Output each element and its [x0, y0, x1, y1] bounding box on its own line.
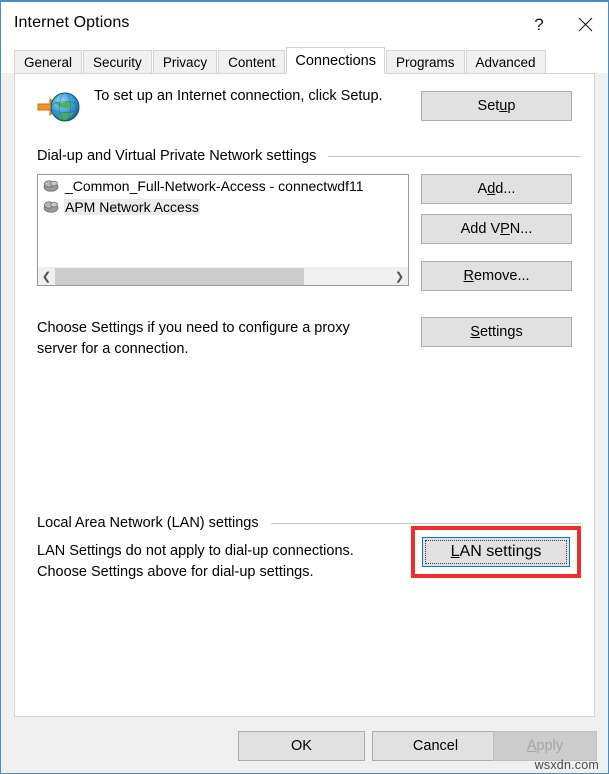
list-item[interactable]: _Common_Full-Network-Access - connectwdf… — [38, 175, 408, 196]
setup-button-label-before: Set — [477, 98, 500, 114]
tab-strip: General Security Privacy Content Connect… — [1, 47, 608, 74]
group-divider — [270, 522, 581, 524]
cancel-button[interactable]: Cancel — [372, 731, 499, 761]
dialup-group-label-text: Dial-up and Virtual Private Network sett… — [37, 148, 317, 164]
lan-group-label-text: Local Area Network (LAN) settings — [37, 515, 259, 531]
window-title: Internet Options — [14, 14, 130, 31]
setup-connection-row: To set up an Internet connection, click … — [15, 86, 594, 138]
tab-privacy[interactable]: Privacy — [152, 50, 218, 74]
apply-button[interactable]: Apply — [493, 731, 597, 761]
setup-button[interactable]: Setup — [421, 91, 572, 121]
group-divider — [328, 155, 581, 157]
remove-button-label-after: emove... — [473, 268, 530, 284]
scrollbar-track[interactable] — [55, 268, 391, 285]
ok-button[interactable]: OK — [238, 731, 365, 761]
setup-instruction-text: To set up an Internet connection, click … — [94, 88, 383, 104]
dialup-group-label: Dial-up and Virtual Private Network sett… — [37, 148, 581, 164]
lan-settings-button-label: LAN settings — [451, 543, 542, 561]
tab-programs[interactable]: Programs — [385, 50, 465, 74]
list-item[interactable]: APM Network Access — [38, 196, 408, 217]
lan-settings-label-after: AN settings — [459, 543, 542, 560]
apply-button-label-after: pply — [536, 738, 564, 754]
chevron-right-icon[interactable]: ❯ — [391, 268, 408, 285]
network-connection-icon — [43, 199, 60, 214]
remove-button-accel: R — [463, 268, 474, 284]
scrollbar-thumb[interactable] — [55, 268, 304, 285]
settings-button-label-after: ettings — [479, 324, 523, 340]
network-connection-icon — [43, 178, 60, 193]
dialog-footer: OK Cancel Apply wsxdn.com — [1, 717, 608, 773]
add-vpn-button-accel: P — [500, 221, 510, 237]
add-button-label-before: A — [477, 181, 488, 197]
tab-security[interactable]: Security — [83, 50, 152, 74]
settings-button-accel: S — [470, 324, 480, 340]
lan-settings-button[interactable]: LAN settings — [422, 537, 570, 567]
add-button-label-after: d... — [495, 181, 516, 197]
connections-listbox[interactable]: _Common_Full-Network-Access - connectwdf… — [37, 174, 409, 286]
apply-button-accel: A — [526, 738, 537, 754]
close-icon[interactable] — [562, 2, 608, 47]
add-button[interactable]: Add... — [421, 174, 572, 204]
title-bar-buttons: ? — [516, 2, 608, 47]
connections-panel: To set up an Internet connection, click … — [14, 73, 595, 717]
lan-hint-text: LAN Settings do not apply to dial-up con… — [37, 543, 354, 580]
add-vpn-button[interactable]: Add VPN... — [421, 214, 572, 244]
add-vpn-button-label-before: Add V — [460, 221, 501, 237]
tab-connections[interactable]: Connections — [286, 47, 385, 74]
remove-button[interactable]: Remove... — [421, 261, 572, 291]
title-bar: Internet Options ? — [1, 2, 608, 47]
globe-with-arrow-icon — [36, 90, 80, 126]
proxy-hint-text: Choose Settings if you need to configure… — [37, 320, 350, 357]
list-item-label: _Common_Full-Network-Access - connectwdf… — [65, 177, 364, 194]
chevron-left-icon[interactable]: ❮ — [38, 268, 55, 285]
add-vpn-button-label-after: N... — [509, 221, 533, 237]
tab-general[interactable]: General — [14, 50, 83, 74]
settings-button[interactable]: Settings — [421, 317, 572, 347]
lan-settings-highlight-region: LAN settings — [411, 526, 581, 578]
lan-settings-accel: L — [450, 543, 460, 560]
internet-options-window: Internet Options ? General Security Priv… — [0, 0, 609, 774]
setup-button-label-after: p — [507, 98, 516, 114]
list-item-label: APM Network Access — [64, 198, 200, 215]
tab-content[interactable]: Content — [218, 50, 286, 74]
help-icon[interactable]: ? — [516, 2, 562, 47]
tab-advanced[interactable]: Advanced — [465, 50, 546, 74]
horizontal-scrollbar[interactable]: ❮ ❯ — [38, 267, 408, 285]
watermark: wsxdn.com — [534, 758, 599, 772]
